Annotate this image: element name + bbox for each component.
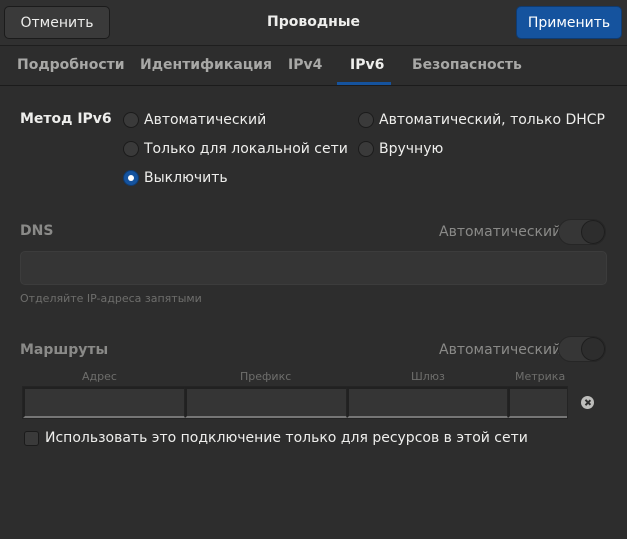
radio-label: Только для локальной сети <box>144 141 348 157</box>
radio-label: Автоматический, только DHCP <box>379 112 605 128</box>
remove-icon <box>580 396 594 409</box>
switch-knob <box>581 220 605 244</box>
routes-label: Маршруты <box>20 342 109 358</box>
tab-details[interactable]: Подробности <box>17 57 125 73</box>
active-tab-indicator <box>337 82 391 85</box>
local-only-checkbox[interactable]: Использовать это подключение только для … <box>24 430 528 446</box>
routes-auto-label: Автоматический <box>439 342 562 358</box>
route-address-input[interactable] <box>23 387 185 418</box>
radio-indicator[interactable] <box>123 170 139 186</box>
tab-bar: Подробности Идентификация IPv4 IPv6 Безо… <box>0 46 627 86</box>
dns-input[interactable] <box>20 251 607 285</box>
routes-auto-switch[interactable] <box>558 336 606 362</box>
switch-knob <box>581 337 605 361</box>
radio-indicator[interactable] <box>358 112 374 128</box>
method-automatic-dhcp-radio[interactable]: Автоматический, только DHCP <box>358 110 605 130</box>
dns-auto-switch[interactable] <box>558 219 606 245</box>
route-gateway-input[interactable] <box>347 387 508 418</box>
radio-label: Вручную <box>379 141 444 157</box>
remove-route-button[interactable] <box>570 386 604 419</box>
checkbox-label: Использовать это подключение только для … <box>45 430 528 446</box>
radio-indicator[interactable] <box>358 141 374 157</box>
route-row <box>22 386 568 419</box>
dns-auto-label: Автоматический <box>439 224 562 240</box>
column-header-address: Адрес <box>82 370 117 383</box>
method-disable-radio[interactable]: Выключить <box>123 168 228 188</box>
radio-label: Выключить <box>144 170 228 186</box>
radio-indicator[interactable] <box>123 141 139 157</box>
tab-identity[interactable]: Идентификация <box>140 57 272 73</box>
checkbox-indicator[interactable] <box>24 430 39 446</box>
apply-button[interactable]: Применить <box>516 6 622 39</box>
window: Отменить Проводные Применить Подробности… <box>0 0 627 539</box>
column-header-prefix: Префикс <box>240 370 292 383</box>
header-bar: Отменить Проводные Применить <box>0 0 627 46</box>
ipv6-method-label: Метод IPv6 <box>20 111 112 127</box>
method-link-local-radio[interactable]: Только для локальной сети <box>123 139 348 159</box>
dns-label: DNS <box>20 223 54 239</box>
route-prefix-input[interactable] <box>185 387 347 418</box>
tab-ipv4[interactable]: IPv4 <box>288 57 322 73</box>
method-automatic-radio[interactable]: Автоматический <box>123 110 266 130</box>
column-header-metric: Метрика <box>515 370 566 383</box>
radio-label: Автоматический <box>144 112 267 128</box>
route-metric-input[interactable] <box>508 387 567 418</box>
dns-hint: Отделяйте IP-адреса запятыми <box>20 292 202 305</box>
tab-security[interactable]: Безопасность <box>412 57 522 73</box>
method-manual-radio[interactable]: Вручную <box>358 139 443 159</box>
radio-indicator[interactable] <box>123 112 139 128</box>
tab-ipv6[interactable]: IPv6 <box>350 57 384 73</box>
column-header-gateway: Шлюз <box>411 370 445 383</box>
